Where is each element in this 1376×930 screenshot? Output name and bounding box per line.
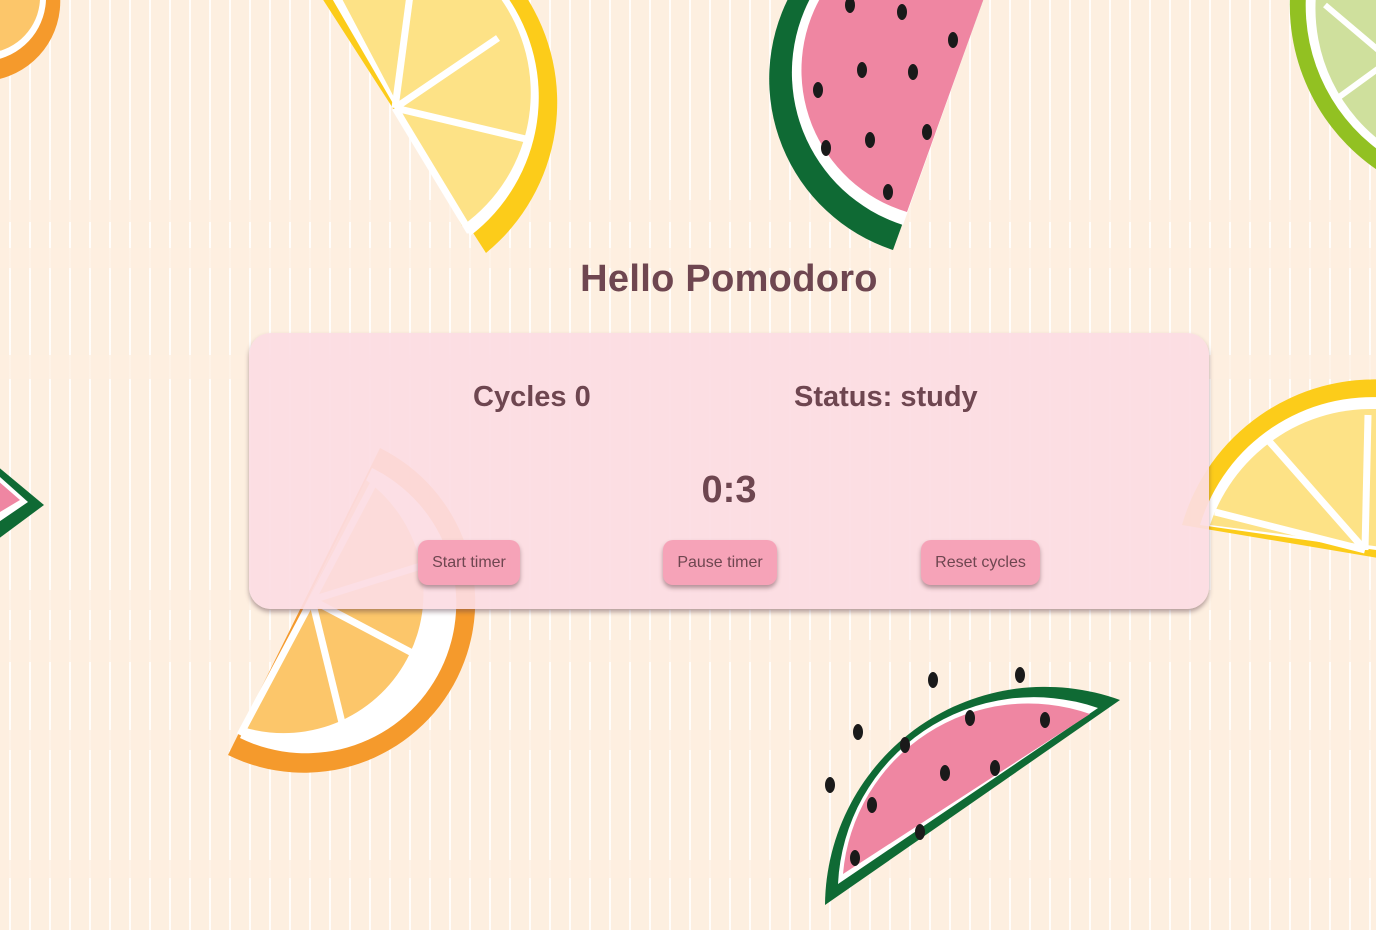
background-band bbox=[0, 200, 1376, 222]
start-timer-button[interactable]: Start timer bbox=[418, 540, 520, 585]
timer-display: 0:3 bbox=[701, 469, 757, 511]
orange-slice-icon bbox=[0, 0, 61, 79]
background-band bbox=[0, 730, 1376, 750]
watermelon-slice-icon bbox=[0, 468, 44, 538]
background-band bbox=[0, 640, 1376, 662]
lime-slice-icon bbox=[1289, 0, 1376, 170]
background-band bbox=[0, 860, 1376, 878]
cycles-counter: Cycles 0 bbox=[473, 381, 591, 413]
reset-cycles-button[interactable]: Reset cycles bbox=[921, 540, 1040, 585]
pause-timer-button[interactable]: Pause timer bbox=[663, 540, 777, 585]
status-label: Status: study bbox=[794, 381, 978, 413]
pomodoro-card: Cycles 0 Status: study 0:3 Start timer P… bbox=[249, 333, 1209, 609]
lemon-slice-icon bbox=[1182, 379, 1376, 558]
page-title: Hello Pomodoro bbox=[580, 258, 878, 300]
